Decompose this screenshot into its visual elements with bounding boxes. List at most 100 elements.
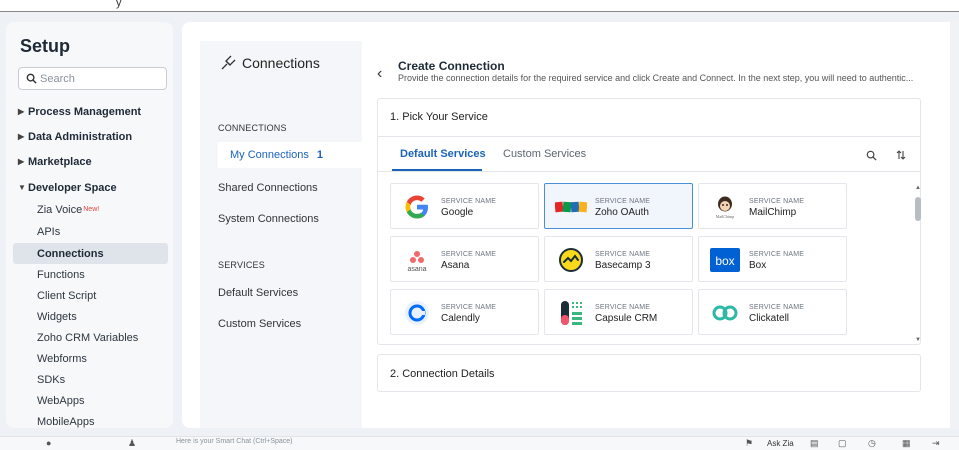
step1-heading: 1. Pick Your Service [390, 111, 488, 123]
page-scrollbar[interactable] [950, 22, 959, 428]
service-card-google[interactable]: SERVICE NAME Google [390, 183, 539, 229]
connections-panel: Connections CONNECTIONS My Connections 1… [200, 41, 362, 428]
calendar-icon[interactable]: ▦ [902, 438, 911, 449]
main-panel: Connections CONNECTIONS My Connections 1… [182, 22, 959, 428]
nav-label: My Connections [230, 149, 309, 161]
service-name-label: SERVICE NAME [749, 198, 805, 205]
service-name-label: SERVICE NAME [749, 251, 805, 258]
sidebar-item-label: Webforms [37, 352, 87, 365]
chat-icon[interactable]: ● [46, 438, 51, 448]
sidebar-group-data-administration[interactable]: ▶ Data Administration [6, 126, 173, 147]
scroll-up-icon[interactable]: ▲ [915, 185, 921, 191]
signout-icon[interactable]: ⇥ [932, 438, 940, 449]
search-icon[interactable] [862, 146, 880, 164]
sidebar-item-label: Zoho CRM Variables [37, 331, 139, 344]
connections-panel-title: Connections [242, 55, 320, 71]
caret-right-icon: ▶ [18, 157, 25, 166]
nav-my-connections[interactable]: My Connections 1 [218, 142, 362, 168]
service-card-box[interactable]: box SERVICE NAME Box [698, 236, 847, 282]
nav-shared-connections[interactable]: Shared Connections [218, 182, 318, 194]
sidebar-item-label: MobileApps [37, 415, 95, 428]
count-badge: 1 [316, 149, 323, 161]
service-card-calendly[interactable]: SERVICE NAME Calendly [390, 289, 539, 335]
scrollbar-thumb[interactable] [915, 197, 921, 221]
svg-text:asana: asana [407, 266, 426, 273]
sidebar-item-label: Widgets [37, 310, 77, 323]
service-card-mailchimp[interactable]: MailChimp SERVICE NAME MailChimp [698, 183, 847, 229]
ask-zia-button[interactable]: Ask Zia [767, 439, 794, 448]
service-card-zoho-oauth[interactable]: SERVICE NAME Zoho OAuth [544, 183, 693, 229]
smart-chat-hint[interactable]: Here is your Smart Chat (Ctrl+Space) [176, 438, 293, 445]
svg-text:MailChimp: MailChimp [716, 214, 734, 219]
service-name: Capsule CRM [595, 313, 658, 324]
caret-down-icon: ▼ [18, 183, 26, 192]
sidebar-item-zoho-crm-variables[interactable]: Zoho CRM Variables [6, 327, 173, 348]
service-name-label: SERVICE NAME [441, 251, 497, 258]
tab-custom-services[interactable]: Custom Services [503, 148, 586, 160]
sidebar-item-mobileapps[interactable]: MobileApps [6, 411, 173, 428]
service-name: Box [749, 260, 767, 271]
message-icon[interactable]: ▢ [838, 438, 847, 449]
plug-icon [221, 55, 236, 70]
sidebar-item-sdks[interactable]: SDKs [6, 369, 173, 390]
sidebar-group-process-management[interactable]: ▶ Process Management [6, 101, 173, 122]
sort-icon[interactable] [892, 146, 910, 164]
group-label: Process Management [28, 105, 142, 118]
sidebar-item-client-script[interactable]: Client Script [6, 285, 173, 306]
group-label: Data Administration [28, 130, 133, 143]
caret-right-icon: ▶ [18, 107, 25, 116]
service-name: Zoho OAuth [595, 207, 649, 218]
service-name-label: SERVICE NAME [595, 304, 651, 311]
create-connection-content: ‹ Create Connection Provide the connecti… [377, 22, 959, 428]
service-grid-scrollbar[interactable]: ▲ ▼ [914, 185, 922, 343]
back-chevron-icon[interactable]: ‹ [377, 65, 382, 83]
service-card-capsule-crm[interactable]: SERVICE NAME Capsule CRM [544, 289, 693, 335]
notes-icon[interactable]: ▤ [810, 438, 819, 449]
top-bar-text: y [116, 0, 122, 9]
search-placeholder: Search [40, 73, 75, 85]
service-name: Google [441, 207, 474, 218]
divider [378, 136, 920, 137]
sidebar-item-zia-voice[interactable]: Zia Voice New! [6, 199, 173, 220]
google-logo-icon [401, 191, 433, 223]
sidebar-item-widgets[interactable]: Widgets [6, 306, 173, 327]
section-label-services: SERVICES [218, 260, 265, 270]
setup-sidebar: Setup Search ▶ Process Management ▶ Data A… [6, 22, 173, 428]
sidebar-item-webforms[interactable]: Webforms [6, 348, 173, 369]
service-card-asana[interactable]: asana SERVICE NAME Asana [390, 236, 539, 282]
sidebar-item-webapps[interactable]: WebApps [6, 390, 173, 411]
service-name-label: SERVICE NAME [441, 304, 497, 311]
connection-details-card[interactable]: 2. Connection Details [377, 354, 921, 392]
sidebar-item-label: WebApps [37, 394, 85, 407]
tab-default-services[interactable]: Default Services [400, 148, 486, 160]
sidebar-group-marketplace[interactable]: ▶ Marketplace [6, 151, 173, 172]
service-card-basecamp-3[interactable]: SERVICE NAME Basecamp 3 [544, 236, 693, 282]
sidebar-item-label: APIs [37, 225, 61, 238]
nav-system-connections[interactable]: System Connections [218, 213, 319, 225]
user-icon[interactable]: ♟ [128, 438, 136, 449]
scroll-down-icon[interactable]: ▼ [915, 337, 921, 343]
bottom-bar: ● ♟ Here is your Smart Chat (Ctrl+Space)… [0, 436, 959, 450]
sidebar-group-developer-space[interactable]: ▼ Developer Space [6, 177, 173, 198]
service-name: Clickatell [749, 313, 790, 324]
divider [378, 171, 920, 172]
feedback-icon[interactable]: ⚑ [745, 438, 753, 449]
step2-heading: 2. Connection Details [390, 368, 495, 380]
clock-icon[interactable]: ◷ [868, 438, 876, 449]
sidebar-item-connections[interactable]: Connections [13, 243, 168, 264]
nav-custom-services[interactable]: Custom Services [218, 318, 301, 330]
service-card-clickatell[interactable]: SERVICE NAME Clickatell [698, 289, 847, 335]
service-name-label: SERVICE NAME [595, 198, 651, 205]
sidebar-item-functions[interactable]: Functions [6, 264, 173, 285]
nav-default-services[interactable]: Default Services [218, 287, 298, 299]
page-title: Create Connection [398, 59, 505, 73]
service-name: Asana [441, 260, 470, 271]
sidebar-item-apis[interactable]: APIs [6, 221, 173, 242]
sidebar-item-label: Zia Voice [37, 203, 83, 216]
sidebar-search-input[interactable]: Search [18, 67, 167, 90]
caret-right-icon: ▶ [18, 132, 25, 141]
box-logo-icon: box [709, 244, 741, 276]
new-badge: New! [83, 206, 100, 213]
page-description: Provide the connection details for the r… [398, 73, 914, 83]
sidebar-item-label: Connections [37, 247, 104, 260]
